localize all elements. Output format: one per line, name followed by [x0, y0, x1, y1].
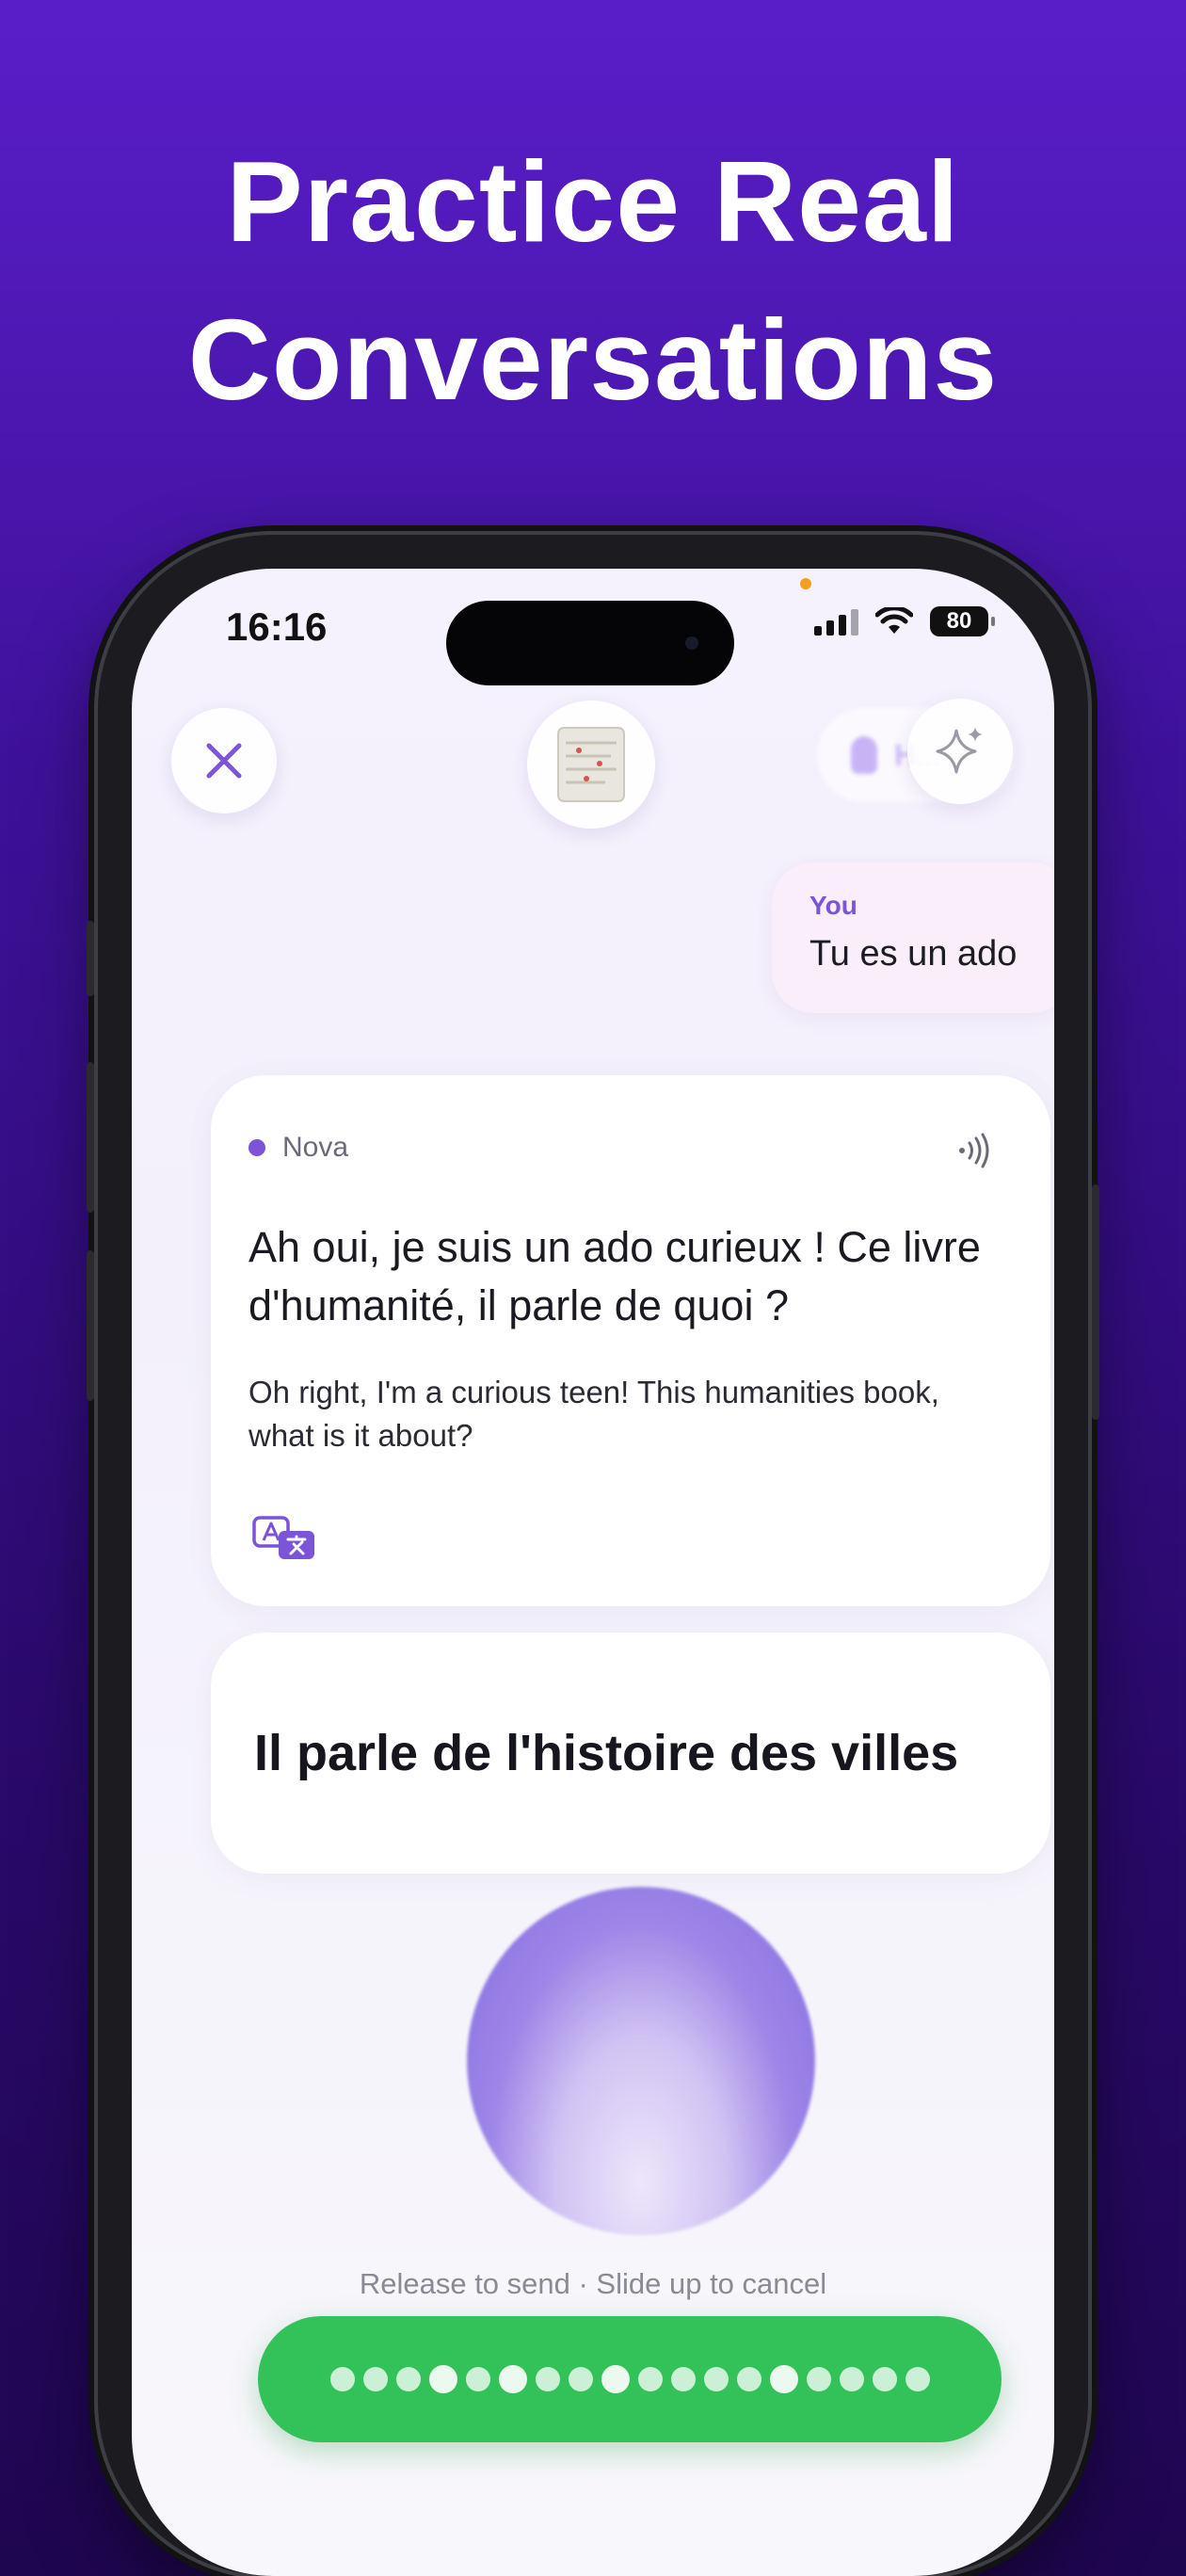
- dynamic-island: [446, 601, 734, 685]
- assistant-message-text: Ah oui, je suis un ado curieux ! Ce livr…: [248, 1223, 981, 1329]
- headline-line-2: Conversations: [187, 296, 999, 424]
- audio-level-dot: [428, 2365, 457, 2393]
- audio-level-dot: [905, 2367, 930, 2391]
- audio-level-dot: [395, 2367, 421, 2391]
- privacy-indicator: [800, 578, 811, 589]
- action-button: [87, 921, 94, 996]
- user-message-text: Tu es un ado: [809, 934, 1018, 974]
- user-message-label: You: [809, 891, 857, 920]
- volume-down-button: [87, 1250, 94, 1401]
- power-button: [1092, 1184, 1099, 1420]
- battery-icon: 80: [930, 606, 995, 636]
- assistant-status-dot: [248, 1139, 265, 1156]
- voice-orb: [467, 1887, 815, 2235]
- headline-line-1: Practice Real: [226, 137, 960, 266]
- audio-level-dot: [703, 2367, 729, 2391]
- hold-to-record-button[interactable]: [258, 2316, 1002, 2442]
- audio-level-dot: [568, 2367, 593, 2391]
- audio-level-dot: [806, 2367, 831, 2391]
- camera-icon: [685, 636, 698, 650]
- app-screen: 16:16 80 You Tu es un ado Nova Ah oui, j…: [132, 569, 1054, 2576]
- sparkles-icon: [936, 727, 983, 774]
- close-icon: [206, 743, 242, 779]
- audio-level-dot: [329, 2367, 355, 2391]
- volume-up-button: [87, 1062, 94, 1213]
- magic-button[interactable]: [907, 699, 1013, 804]
- status-icons: 80: [814, 606, 995, 636]
- draft-answer-text: Il parle de l'histoire des villes: [254, 1725, 959, 1781]
- draft-answer-card: Il parle de l'histoire des villes: [211, 1633, 1050, 1874]
- audio-level-dot: [465, 2367, 490, 2391]
- topic-thumbnail-button[interactable]: [527, 700, 655, 829]
- close-button[interactable]: [171, 708, 277, 813]
- wifi-icon: [875, 607, 913, 634]
- translate-icon: [252, 1516, 314, 1559]
- translate-button[interactable]: [252, 1516, 316, 1570]
- audio-level-dot: [601, 2365, 630, 2393]
- audio-level-dot: [670, 2367, 696, 2391]
- audio-level-dot: [769, 2365, 798, 2393]
- headline: Practice Real Conversations: [0, 122, 1186, 439]
- signal-icon: [814, 607, 858, 636]
- audio-level-dot: [498, 2365, 527, 2393]
- audio-level-dot: [637, 2367, 663, 2391]
- recording-hint: Release to send · Slide up to cancel: [359, 2267, 827, 2300]
- lightbulb-icon: [851, 736, 877, 774]
- audio-level-dot: [362, 2367, 388, 2391]
- audio-level-dot: [535, 2367, 560, 2391]
- status-time: 16:16: [226, 604, 328, 649]
- play-audio-button[interactable]: [956, 1132, 994, 1174]
- sound-waves-icon: [959, 1133, 989, 1168]
- book-thumbnail-icon: [557, 727, 625, 802]
- user-message-bubble: You Tu es un ado: [772, 862, 1054, 1013]
- assistant-message-translation: Oh right, I'm a curious teen! This human…: [248, 1375, 939, 1453]
- audio-level-dot: [872, 2367, 897, 2391]
- assistant-name: Nova: [282, 1132, 349, 1163]
- audio-level-dot: [736, 2367, 761, 2391]
- audio-level-dot: [839, 2367, 864, 2391]
- assistant-message-card: Nova Ah oui, je suis un ado curieux ! Ce…: [211, 1075, 1050, 1606]
- phone-frame: 16:16 80 You Tu es un ado Nova Ah oui, j…: [87, 535, 1099, 2576]
